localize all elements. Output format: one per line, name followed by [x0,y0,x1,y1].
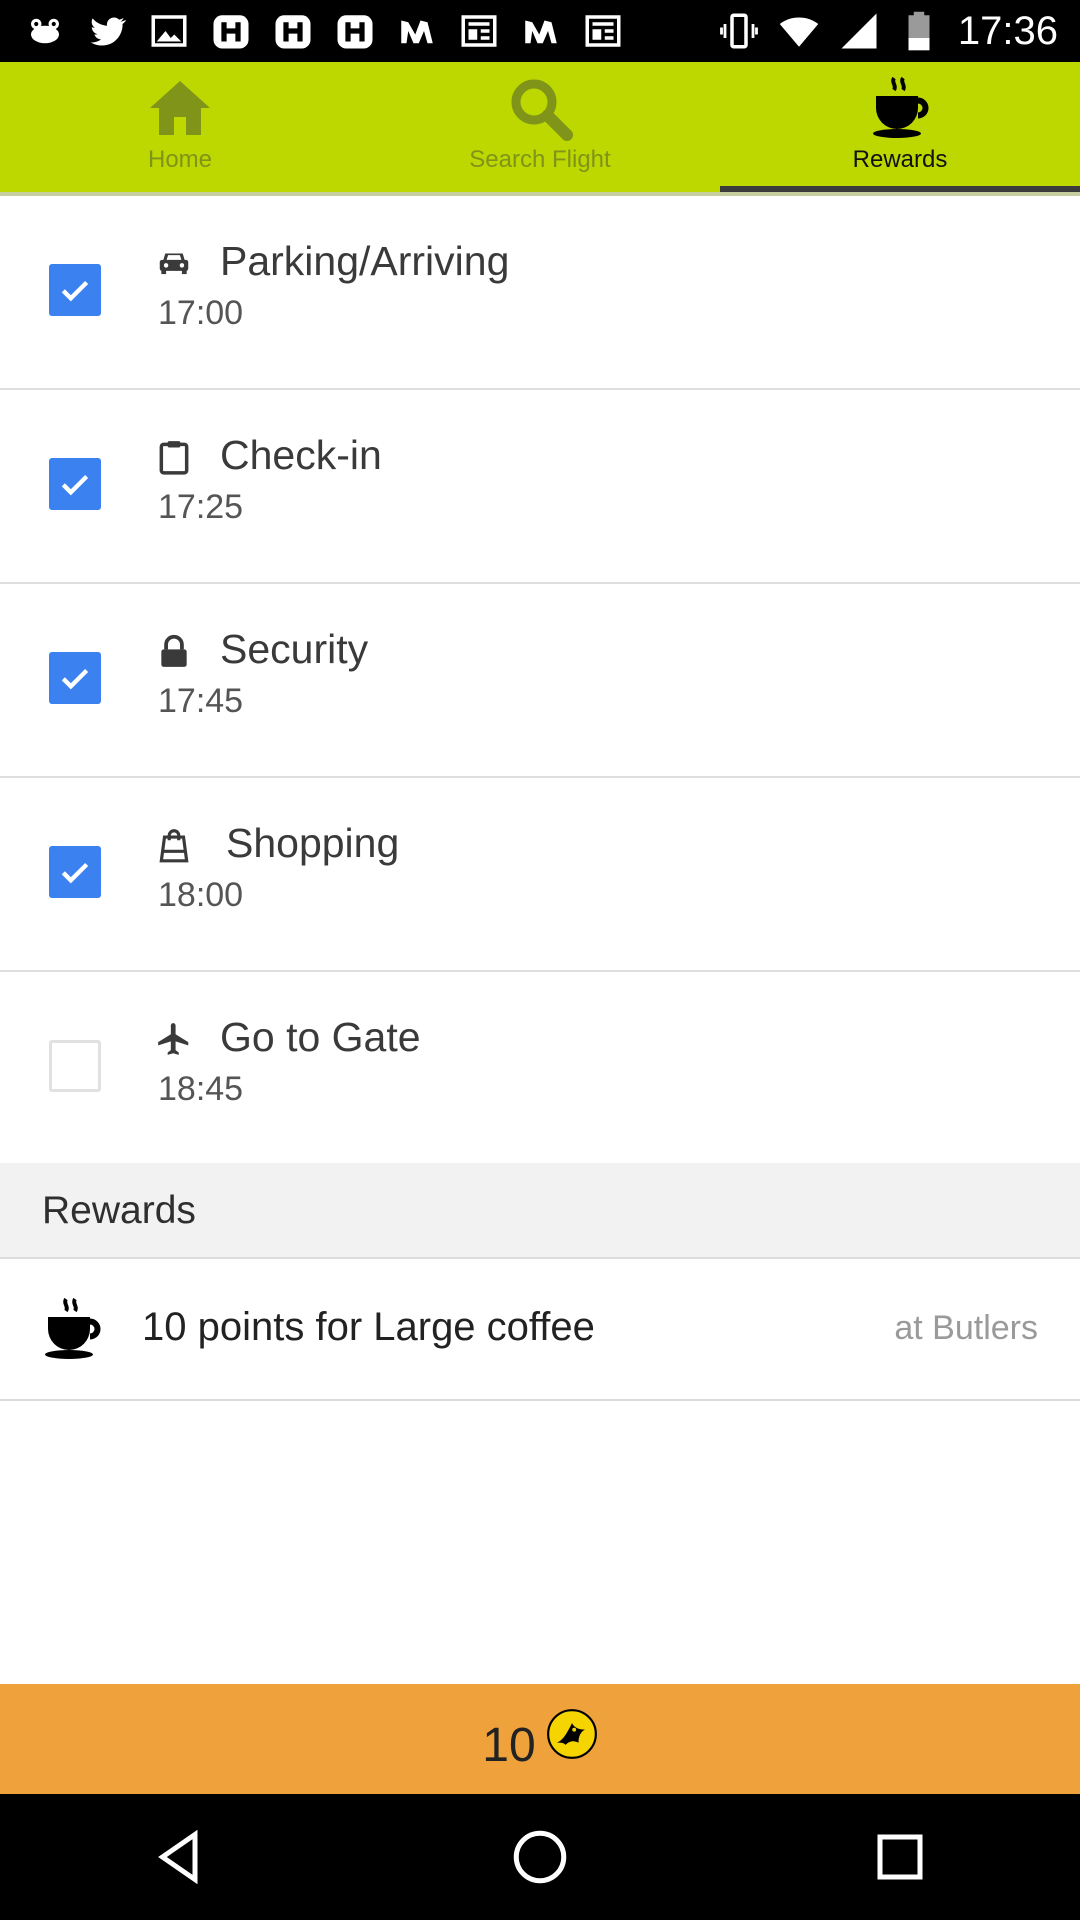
recents-icon[interactable] [870,1827,930,1887]
tab-label: Home [147,146,213,173]
checkmark-icon [61,474,89,496]
image-icon [148,10,190,52]
journey-steps-list: Parking/Arriving 17:00 Check-in 17:25 Se… [0,196,1080,1166]
cell-signal-icon [838,10,880,52]
step-time: 17:00 [158,294,244,332]
bird-badge-icon [546,1708,598,1760]
tab-label: Rewards [852,146,948,173]
tab-search-flight[interactable]: Search Flight [360,62,720,192]
tab-bar: Home Search Flight Rewards [0,62,1080,192]
coffee-icon [864,72,936,144]
twitter-icon [86,10,128,52]
checkmark-icon [61,862,89,884]
clipboard-icon [155,438,193,476]
checkmark-icon [61,280,89,302]
list-item-parking[interactable]: Parking/Arriving 17:00 [0,196,1080,390]
tab-label: Search Flight [469,146,611,173]
list-item-go-to-gate[interactable]: Go to Gate 18:45 [0,972,1080,1166]
list-item-shopping[interactable]: Shopping 18:00 [0,778,1080,972]
newspaper-icon [582,10,624,52]
wifi-icon [778,10,820,52]
vibrate-icon [718,10,760,52]
reward-title: 10 points for Large coffee [142,1305,595,1349]
tab-rewards[interactable]: Rewards [720,62,1080,192]
tab-home[interactable]: Home [0,62,360,192]
airplane-icon [155,1020,193,1058]
checkbox[interactable] [49,1040,101,1092]
list-item-security[interactable]: Security 17:45 [0,584,1080,778]
list-item-check-in[interactable]: Check-in 17:25 [0,390,1080,584]
step-title: Check-in [220,432,382,478]
newspaper-icon [458,10,500,52]
search-icon [504,72,576,144]
frog-icon [24,10,66,52]
h-app-icon [334,10,376,52]
checkbox[interactable] [49,458,101,510]
points-bar: 10 [0,1684,1080,1794]
reward-location: at Butlers [894,1309,1038,1347]
m-app-icon [396,10,438,52]
step-time: 17:25 [158,488,244,526]
checkbox[interactable] [49,652,101,704]
step-title: Parking/Arriving [220,238,510,284]
section-title: Rewards [42,1189,196,1232]
points-value: 10 [482,1718,536,1772]
home-circle-icon[interactable] [510,1827,570,1887]
shopping-bag-icon [155,826,193,864]
step-title: Security [220,626,369,672]
back-icon[interactable] [150,1827,210,1887]
checkbox[interactable] [49,264,101,316]
battery-icon [898,10,940,52]
step-title: Shopping [226,820,400,866]
home-icon [144,72,216,144]
step-time: 18:00 [158,876,244,914]
step-title: Go to Gate [220,1014,421,1060]
m-app-icon [520,10,562,52]
system-icons: 17:36 [718,9,1080,54]
navigation-bar [0,1794,1080,1920]
checkbox[interactable] [49,846,101,898]
h-app-icon [272,10,314,52]
car-icon [155,244,193,282]
lock-icon [155,632,193,670]
status-time: 17:36 [957,8,1058,53]
step-time: 18:45 [158,1070,244,1108]
step-time: 17:45 [158,682,244,720]
coffee-icon [36,1293,108,1365]
list-item-reward[interactable]: 10 points for Large coffee at Butlers [0,1261,1080,1401]
notification-icons [0,10,624,52]
status-bar: 17:36 [0,0,1080,62]
rewards-section-header: Rewards [0,1163,1080,1259]
checkmark-icon [61,668,89,690]
h-app-icon [210,10,252,52]
